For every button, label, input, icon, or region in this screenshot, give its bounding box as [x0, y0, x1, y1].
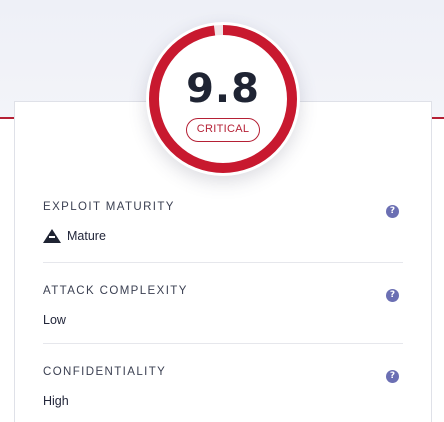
metric-exploit-maturity: EXPLOIT MATURITY Mature [43, 201, 403, 243]
metric-title: CONFIDENTIALITY [43, 366, 167, 378]
metric-value-row: Mature [43, 229, 403, 243]
warning-triangle-icon [43, 229, 61, 243]
score-value: 9.8 [186, 66, 260, 112]
metric-title: ATTACK COMPLEXITY [43, 285, 188, 297]
accent-line-right [432, 117, 444, 119]
help-icon[interactable]: ? [386, 370, 399, 383]
metric-title: EXPLOIT MATURITY [43, 201, 175, 213]
metric-value: High [43, 394, 69, 408]
accent-line-left [0, 117, 14, 119]
severity-badge: CRITICAL [186, 118, 260, 142]
score-gauge: 9.8 CRITICAL [146, 22, 300, 176]
help-icon[interactable]: ? [386, 289, 399, 302]
divider [43, 262, 403, 263]
metric-confidentiality: CONFIDENTIALITY High [43, 366, 403, 408]
help-icon[interactable]: ? [386, 205, 399, 218]
divider [43, 343, 403, 344]
metric-attack-complexity: ATTACK COMPLEXITY Low [43, 285, 403, 327]
metric-value: Mature [67, 229, 106, 243]
metric-value: Low [43, 313, 66, 327]
